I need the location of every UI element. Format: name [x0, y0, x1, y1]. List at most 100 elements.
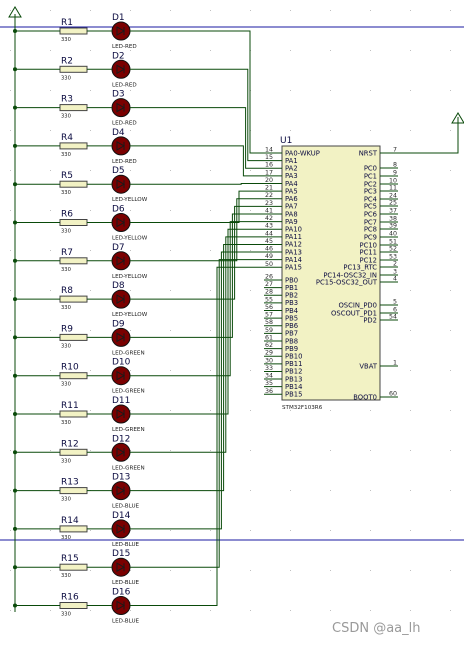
led-to-mcu-wire	[130, 259, 264, 568]
resistor	[59, 410, 88, 418]
mcu-pin-number: 43	[265, 223, 273, 230]
grid-dot	[450, 450, 451, 451]
grid-dot	[290, 490, 291, 491]
grid-dot	[90, 610, 91, 611]
grid-dot	[10, 90, 11, 91]
led-type: LED-YELLOW	[112, 236, 148, 242]
grid-dot	[370, 10, 371, 11]
resistor	[59, 295, 88, 303]
led-body	[111, 519, 131, 539]
mcu-pin-name: OSCIN_PD0	[338, 301, 377, 309]
mcu-pin-number: 23	[265, 200, 273, 207]
grid-dot	[130, 290, 131, 291]
grid-dot	[210, 130, 211, 131]
grid-dot	[170, 170, 171, 171]
resistor	[59, 27, 88, 35]
grid-dot	[250, 410, 251, 411]
led-type: LED-RED	[112, 121, 137, 127]
grid-dot	[10, 570, 11, 571]
grid-dot	[170, 290, 171, 291]
led-type: LED-YELLOW	[112, 274, 148, 280]
grid-dot	[370, 90, 371, 91]
resistor-value: 330	[61, 343, 71, 349]
grid-dot	[50, 170, 51, 171]
led-body	[111, 21, 131, 41]
grid-dot	[90, 90, 91, 91]
resistor	[59, 448, 88, 456]
led-ref: D15	[112, 549, 130, 559]
mcu-pin-name: BOOT0	[353, 393, 377, 401]
mcu-pin-number: 14	[265, 147, 273, 154]
grid-dot	[10, 210, 11, 211]
mcu-pin-number: 7	[393, 147, 397, 154]
mcu-pin-name: PD2	[363, 316, 377, 324]
mcu-pin-name: PC1	[364, 172, 377, 180]
resistor-value: 330	[61, 305, 71, 311]
mcu-pin-number: 20	[265, 177, 273, 184]
led-ref: D7	[112, 243, 125, 253]
led-type: LED-RED	[112, 82, 137, 88]
mcu-pin-number: 41	[265, 207, 273, 214]
grid-dot	[210, 410, 211, 411]
resistor-value: 330	[61, 114, 71, 120]
grid-dot	[130, 370, 131, 371]
grid-dot	[410, 290, 411, 291]
grid-dot	[410, 410, 411, 411]
grid-dot	[210, 170, 211, 171]
led-body	[111, 213, 131, 232]
led-ref: D2	[112, 51, 125, 61]
grid-dot	[250, 290, 251, 291]
mcu-pin-name: VBAT	[359, 362, 377, 370]
mcu-pin-number: 34	[265, 373, 273, 380]
grid-dot	[90, 250, 91, 251]
mcu-pin-number: 55	[265, 296, 273, 303]
led-ref: D6	[112, 205, 125, 215]
resistor-value: 330	[61, 229, 71, 235]
grid-dot	[130, 210, 131, 211]
grid-dot	[50, 50, 51, 51]
grid-dot	[370, 570, 371, 571]
resistor	[59, 525, 88, 533]
led-to-mcu-wire	[130, 213, 264, 338]
resistor-ref: R11	[61, 401, 79, 411]
grid-dot	[10, 290, 11, 291]
mcu-pin-number: 28	[265, 289, 273, 296]
mcu-pin-number: 62	[265, 342, 273, 349]
mcu-pin-name: PC0	[364, 164, 377, 172]
grid-dot	[170, 50, 171, 51]
mcu-pin-number: 1	[393, 360, 397, 367]
grid-dot	[50, 330, 51, 331]
led-ref: D12	[112, 434, 130, 444]
led-type: LED-BLUE	[112, 542, 140, 548]
grid-dot	[330, 130, 331, 131]
grid-dot	[10, 250, 11, 251]
led-to-mcu-wire	[130, 243, 264, 492]
grid-dot	[290, 610, 291, 611]
grid-dot	[450, 410, 451, 411]
mcu-pin-number: 16	[265, 162, 273, 169]
mcu-pin-number: 61	[265, 334, 273, 341]
grid-dot	[450, 50, 451, 51]
mcu-pin-number: 2	[393, 261, 397, 268]
resistor-ref: R7	[61, 248, 73, 258]
grid-dot	[90, 410, 91, 411]
grid-dot	[10, 50, 11, 51]
grid-dot	[410, 90, 411, 91]
resistor-ref: R8	[61, 286, 73, 296]
led-ref: D16	[112, 588, 131, 598]
resistor-value: 330	[61, 535, 71, 541]
led-body	[111, 481, 131, 501]
mcu-pin-name: PC5	[364, 202, 377, 210]
grid-dot	[210, 610, 211, 611]
grid-dot	[50, 290, 51, 291]
grid-dot	[50, 410, 51, 411]
grid-dot	[250, 250, 251, 251]
grid-dot	[450, 490, 451, 491]
grid-dot	[410, 250, 411, 251]
led-ref: D14	[112, 511, 131, 521]
grid-dot	[370, 530, 371, 531]
grid-dot	[10, 410, 11, 411]
mcu-pin-name: PA15	[285, 264, 302, 272]
grid-dot	[370, 450, 371, 451]
mcu-pin-number: 35	[265, 380, 273, 387]
